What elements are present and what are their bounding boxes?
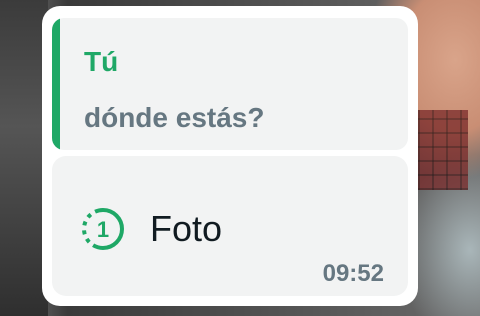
view-once-icon: 1 [82,208,124,250]
background-grille [418,110,468,190]
quote-accent-bar [52,18,60,150]
quoted-author: Tú [84,46,119,77]
media-label: Foto [150,208,223,249]
message-bubble[interactable]: Tú dónde estás? 1 Foto 09:52 [42,6,418,306]
background-left-shadow [0,0,48,316]
message-timestamp: 09:52 [322,260,384,287]
quoted-text: dónde estás? [84,102,265,133]
view-once-count: 1 [97,217,109,242]
view-once-photo[interactable]: 1 Foto 09:52 [52,156,408,296]
quoted-message[interactable]: Tú dónde estás? [52,18,408,150]
